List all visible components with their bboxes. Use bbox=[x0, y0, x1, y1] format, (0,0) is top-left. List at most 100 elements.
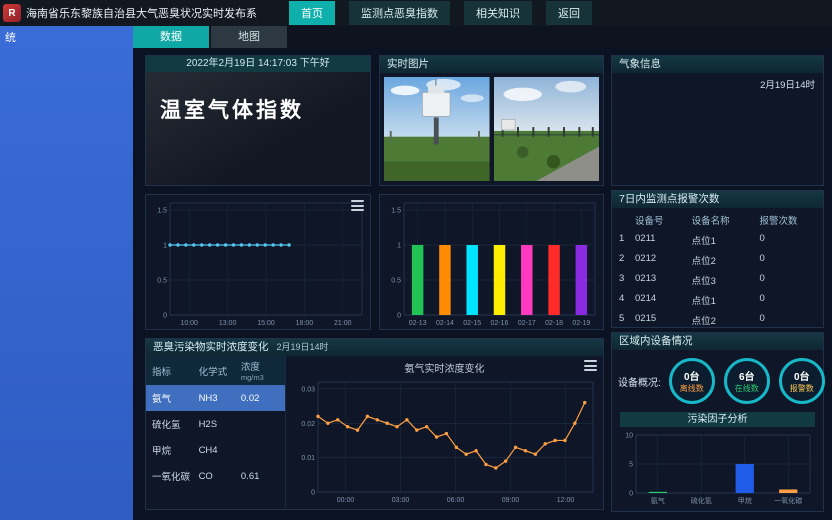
weather-date: 2月19日14时 bbox=[612, 73, 823, 91]
pollutant-row[interactable]: 硫化氢H2S bbox=[146, 411, 285, 437]
cell-formula: CO bbox=[199, 471, 241, 482]
cell-indicator: 一氧化碳 bbox=[152, 469, 199, 483]
cell-alarm-count: 0 bbox=[759, 273, 816, 287]
svg-text:02-18: 02-18 bbox=[545, 320, 563, 327]
weather-panel: 气象信息 2月19日14时 bbox=[611, 55, 824, 186]
svg-text:0.02: 0.02 bbox=[301, 421, 315, 428]
device-status-panel: 区域内设备情况 设备概况: 0台离线数6台在线数0台报警数 污染因子分析 051… bbox=[611, 332, 824, 512]
svg-text:00:00: 00:00 bbox=[337, 497, 355, 504]
gauge-value: 6台 bbox=[739, 368, 755, 383]
cell-index: 1 bbox=[619, 233, 635, 247]
table-row: 40214点位10 bbox=[612, 290, 823, 310]
device-gauge: 0台离线数 bbox=[669, 358, 715, 404]
gauge-label: 报警数 bbox=[790, 383, 814, 394]
device-gauge: 0台报警数 bbox=[779, 358, 825, 404]
svg-text:02-16: 02-16 bbox=[491, 320, 509, 327]
svg-text:氨气: 氨气 bbox=[650, 496, 664, 505]
svg-text:10:00: 10:00 bbox=[180, 320, 198, 327]
svg-text:12:00: 12:00 bbox=[557, 497, 575, 504]
cell-alarm-count: 0 bbox=[759, 233, 816, 247]
greenhouse-index-title: 温室气体指数 bbox=[160, 94, 370, 124]
svg-text:0: 0 bbox=[163, 313, 167, 320]
panel-title: 气象信息 bbox=[619, 56, 661, 73]
cell-device-name: 点位1 bbox=[692, 233, 760, 247]
dashboard-root: R 海南省乐东黎族自治县大气恶臭状况实时发布系 首页监测点恶臭指数相关知识返回 … bbox=[0, 0, 832, 520]
realtime-photo-2[interactable] bbox=[494, 77, 600, 181]
device-gauge: 6台在线数 bbox=[724, 358, 770, 404]
cell-index: 4 bbox=[619, 293, 635, 307]
svg-text:18:00: 18:00 bbox=[296, 320, 314, 327]
nav-item[interactable]: 首页 bbox=[289, 1, 335, 25]
cell-indicator: 氨气 bbox=[152, 391, 199, 405]
greenhouse-index-chart: 00.511.510:0013:0015:0018:0021:00 bbox=[146, 195, 370, 329]
photos-row bbox=[380, 73, 603, 185]
daily-odor-chart-panel: 00.511.502-1302-1402-1502-1602-1702-1802… bbox=[379, 194, 604, 330]
col-header-indicator: 指标 bbox=[152, 364, 199, 378]
cell-alarm-count: 0 bbox=[759, 253, 816, 267]
panel-header: 恶臭污染物实时浓度变化 2月19日14时 bbox=[146, 339, 603, 356]
table-row: 50215点位20 bbox=[612, 310, 823, 330]
cell-formula: CH4 bbox=[199, 445, 241, 456]
cell-device-id: 0213 bbox=[635, 273, 692, 287]
svg-text:0.5: 0.5 bbox=[157, 278, 167, 285]
ammonia-chart-title: 氨气实时浓度变化 bbox=[405, 360, 485, 374]
site-photo-graphic bbox=[494, 77, 600, 181]
col-header-index bbox=[619, 213, 635, 227]
col-header-concentration: 浓度mg/m3 bbox=[241, 359, 279, 382]
cell-indicator: 甲烷 bbox=[152, 443, 199, 457]
cell-index: 5 bbox=[619, 313, 635, 327]
svg-text:0: 0 bbox=[397, 313, 401, 320]
tab-item[interactable]: 地图 bbox=[211, 26, 287, 48]
concentration-unit: mg/m3 bbox=[241, 373, 279, 382]
main-nav: 首页监测点恶臭指数相关知识返回 bbox=[289, 1, 592, 25]
realtime-photos-panel: 实时图片 bbox=[379, 55, 604, 186]
panel-header: 实时图片 bbox=[380, 56, 603, 73]
pollutant-concentration-panel: 恶臭污染物实时浓度变化 2月19日14时 指标化学式浓度mg/m3氨气NH30.… bbox=[145, 338, 604, 510]
cell-index: 3 bbox=[619, 273, 635, 287]
col-header: 设备号 bbox=[635, 213, 692, 227]
pollutant-row[interactable]: 一氧化碳CO0.61 bbox=[146, 463, 285, 489]
chart-menu-icon[interactable] bbox=[351, 200, 364, 211]
svg-text:硫化氢: 硫化氢 bbox=[690, 496, 711, 505]
col-header-formula: 化学式 bbox=[199, 364, 241, 378]
app-header: R 海南省乐东黎族自治县大气恶臭状况实时发布系 首页监测点恶臭指数相关知识返回 bbox=[0, 0, 832, 26]
svg-text:15:00: 15:00 bbox=[257, 320, 275, 327]
tab-item[interactable]: 数据 bbox=[133, 26, 209, 48]
daily-odor-bar-chart: 00.511.502-1302-1402-1502-1602-1702-1802… bbox=[380, 195, 603, 329]
gauge-label: 离线数 bbox=[680, 383, 704, 394]
gauge-value: 0台 bbox=[794, 368, 810, 383]
cell-device-id: 0214 bbox=[635, 293, 692, 307]
panel-header: 7日内监测点报警次数 bbox=[612, 191, 823, 208]
chart-menu-icon[interactable] bbox=[584, 360, 597, 371]
ammonia-chart-area: 氨气实时浓度变化 00.010.020.0300:0003:0006:0009:… bbox=[286, 356, 603, 508]
svg-text:0: 0 bbox=[629, 491, 633, 498]
cell-device-id: 0211 bbox=[635, 233, 692, 247]
svg-text:02-13: 02-13 bbox=[409, 320, 427, 327]
svg-text:02-15: 02-15 bbox=[463, 320, 481, 327]
device-overview: 设备概况: 0台离线数6台在线数0台报警数 bbox=[612, 350, 823, 410]
device-gauges: 0台离线数6台在线数0台报警数 bbox=[669, 358, 825, 404]
pollutant-row[interactable]: 氨气NH30.02 bbox=[146, 385, 285, 411]
cell-value: 0.61 bbox=[241, 471, 279, 482]
nav-item[interactable]: 相关知识 bbox=[464, 1, 532, 25]
gauge-label: 在线数 bbox=[735, 383, 759, 394]
cell-formula: NH3 bbox=[199, 393, 241, 404]
pollutant-row[interactable]: 甲烷CH4 bbox=[146, 437, 285, 463]
cell-device-name: 点位2 bbox=[692, 313, 760, 327]
panel-title: 实时图片 bbox=[387, 56, 429, 73]
nav-item[interactable]: 监测点恶臭指数 bbox=[349, 1, 450, 25]
pollutant-date: 2月19日14时 bbox=[277, 339, 329, 356]
svg-text:21:00: 21:00 bbox=[334, 320, 352, 327]
greenhouse-index-panel: 2022年2月19日 14:17:03 下午好 温室气体指数 bbox=[145, 55, 371, 186]
realtime-photo-1[interactable] bbox=[384, 77, 490, 181]
svg-text:1.5: 1.5 bbox=[157, 208, 167, 215]
ammonia-concentration-chart: 00.010.020.0300:0003:0006:0009:0012:00 bbox=[288, 374, 601, 506]
factor-analysis-title: 污染因子分析 bbox=[620, 412, 815, 427]
svg-text:一氧化碳: 一氧化碳 bbox=[774, 496, 802, 505]
nav-item[interactable]: 返回 bbox=[546, 1, 592, 25]
panel-header: 气象信息 bbox=[612, 56, 823, 73]
svg-text:0.01: 0.01 bbox=[301, 455, 315, 462]
sidebar: 统 bbox=[0, 26, 133, 520]
svg-text:02-17: 02-17 bbox=[518, 320, 536, 327]
panel-title: 7日内监测点报警次数 bbox=[619, 191, 719, 208]
